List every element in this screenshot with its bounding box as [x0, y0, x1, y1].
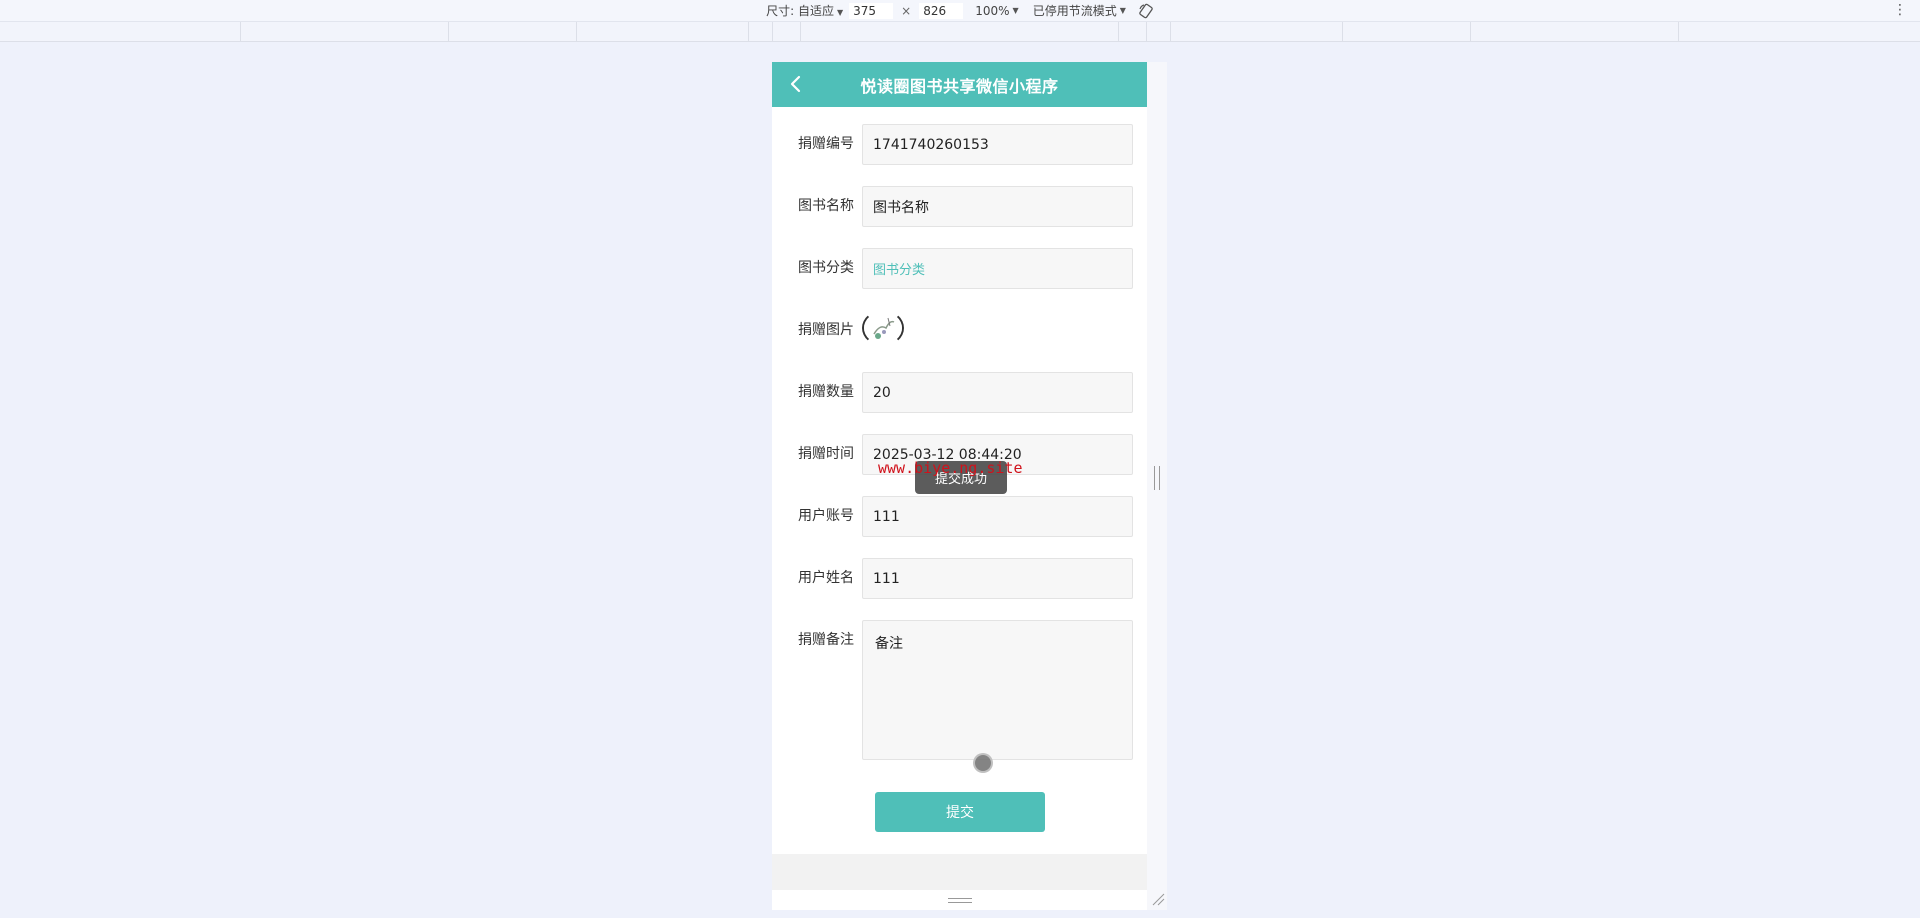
caret-down-icon: ▼ [1119, 6, 1126, 15]
field-label: 捐赠图片 [798, 322, 854, 338]
zoom-dropdown[interactable]: 100% ▼ [975, 4, 1018, 18]
device-toolbar: 尺寸: 自适应▼ × 100%▼ 已停用节流模式▼ ⋮ [0, 0, 1920, 22]
book-category-picker[interactable]: 图书分类 [862, 248, 1133, 289]
rotate-icon[interactable] [1138, 3, 1154, 19]
caret-down-icon: ▼ [837, 8, 844, 17]
field-label: 捐赠备注 [798, 632, 854, 648]
form-row-book-name: 图书名称 图书名称 [772, 186, 1147, 248]
more-options-icon[interactable]: ⋮ [1893, 2, 1907, 18]
form-row-donation-qty: 捐赠数量 20 [772, 372, 1147, 434]
touch-cursor-icon [973, 753, 993, 773]
height-input[interactable] [919, 2, 964, 19]
width-input[interactable] [849, 2, 894, 19]
right-resize-handle[interactable] [1154, 466, 1160, 490]
field-label: 捐赠编号 [798, 136, 854, 152]
form-row-user-account: 用户账号 111 [772, 496, 1147, 558]
corner-resize-icon[interactable] [1151, 892, 1165, 906]
donation-form: 捐赠编号 1741740260153 图书名称 图书名称 图书分类 图书分类 捐… [772, 107, 1147, 785]
donation-note-textarea[interactable]: 备注 [862, 620, 1133, 760]
throttle-label: 已停用节流模式 [1032, 4, 1117, 18]
field-label: 用户账号 [798, 508, 854, 524]
field-label: 图书分类 [798, 260, 854, 276]
throttle-dropdown[interactable]: 已停用节流模式 ▼ [1033, 2, 1126, 19]
back-arrow-icon[interactable] [786, 74, 806, 94]
submit-button[interactable]: 提交 [875, 792, 1045, 832]
form-row-book-category: 图书分类 图书分类 [772, 248, 1147, 310]
zoom-label: 100% [975, 3, 1010, 18]
caret-down-icon: ▼ [1012, 6, 1019, 15]
field-label: 捐赠时间 [798, 446, 854, 462]
field-label: 图书名称 [798, 198, 854, 214]
donation-qty-field[interactable]: 20 [862, 372, 1133, 413]
user-name-field[interactable]: 111 [862, 558, 1133, 599]
donation-no-field[interactable]: 1741740260153 [862, 124, 1133, 165]
form-row-donation-no: 捐赠编号 1741740260153 [772, 124, 1147, 186]
size-mode-label: 尺寸: 自适应 [766, 4, 834, 18]
navigation-bar: 悦读圈图书共享微信小程序 [772, 62, 1147, 107]
media-query-ruler [0, 22, 1920, 42]
user-account-field[interactable]: 111 [862, 496, 1133, 537]
donation-image-thumbnail[interactable] [862, 310, 904, 346]
size-mode-dropdown[interactable]: 尺寸: 自适应 ▼ [766, 2, 843, 19]
form-row-donation-image: 捐赠图片 [772, 310, 1147, 372]
times-separator: × [901, 3, 912, 18]
page-title: 悦读圈图书共享微信小程序 [860, 76, 1059, 96]
field-label: 用户姓名 [798, 570, 854, 586]
image-icon [864, 312, 902, 344]
book-name-field[interactable]: 图书名称 [862, 186, 1133, 227]
bottom-spacer [772, 854, 1147, 890]
form-row-user-name: 用户姓名 111 [772, 558, 1147, 620]
form-row-donation-note: 捐赠备注 备注 [772, 620, 1147, 785]
watermark-text: www.biye.ng.site [878, 459, 1023, 477]
bottom-resize-handle[interactable] [948, 898, 972, 903]
field-label: 捐赠数量 [798, 384, 854, 400]
dimensions-group: 尺寸: 自适应▼ × [766, 2, 964, 19]
